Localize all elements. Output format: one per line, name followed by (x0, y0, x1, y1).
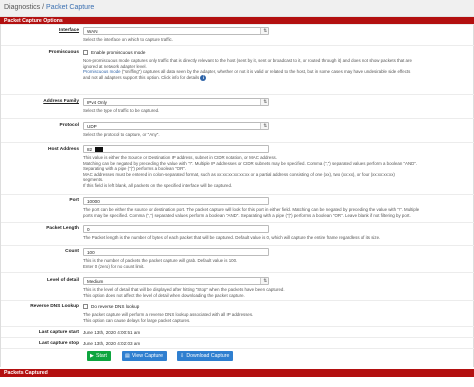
last-capture-start-value: June 13th, 2020 4:00:51 am (83, 330, 141, 335)
last-capture-stop-row: Last capture stop June 13th, 2020 4:02:0… (1, 337, 474, 348)
level-of-detail-help: This is the level of detail that will be… (83, 287, 468, 298)
packet-length-row: Packet Length 0 The Packet length is the… (1, 222, 474, 245)
button-row (1, 348, 474, 367)
level-of-detail-select[interactable]: Medium ⇅ (83, 277, 269, 285)
protocol-select[interactable]: UDP ⇅ (83, 122, 269, 130)
protocol-value: UDP (87, 124, 97, 129)
promiscuous-mode-link[interactable]: Promiscuous mode (83, 69, 121, 74)
info-icon[interactable]: i (200, 74, 207, 81)
address-family-help: Select the type of traffic to be capture… (83, 108, 160, 113)
port-value: 10000 (87, 199, 100, 204)
port-help-line: ports may be specified. Comma (",") sepa… (83, 212, 411, 218)
count-help-line: Enter 0 (zero) for no count limit. (83, 263, 145, 269)
count-row: Count 100 This is the number of packets … (1, 245, 474, 272)
count-input[interactable]: 100 (83, 248, 269, 256)
promiscuous-help-line4: and not all adapters support this option… (83, 74, 468, 81)
file-icon: ▤ (125, 353, 130, 359)
play-icon: ▶ (90, 353, 94, 359)
start-button[interactable]: ▶ Start (87, 351, 111, 361)
interface-help: Select the interface on which to capture… (83, 37, 173, 42)
options-panel: Interface WAN ⇅ Select the interface on … (0, 24, 474, 367)
interface-label: Interface (59, 28, 79, 33)
count-value: 100 (87, 250, 95, 255)
reverse-dns-help-line: This option can cause delays for large p… (83, 317, 191, 323)
download-icon: ⇩ (180, 353, 185, 359)
redaction-mark (95, 147, 104, 152)
host-address-help-line: If this field is left blank, all packets… (83, 182, 233, 188)
port-help: The port can be either the source or des… (83, 207, 468, 218)
breadcrumb-section[interactable]: Diagnostics (4, 4, 40, 11)
last-capture-start-label: Last capture start (38, 330, 79, 335)
level-of-detail-label: Level of detail (47, 278, 79, 283)
packet-length-input[interactable]: 0 (83, 225, 269, 233)
interface-select[interactable]: WAN ⇅ (83, 27, 269, 35)
download-capture-button[interactable]: ⇩ Download Capture (177, 351, 234, 361)
packet-length-help: The Packet length is the number of bytes… (83, 235, 381, 240)
promiscuous-checkbox-label: Enable promiscuous mode (91, 50, 146, 55)
host-address-row: Host Address 82 This value is either the… (1, 142, 474, 194)
host-address-value: 82 (87, 147, 93, 152)
port-help-line: The port can be either the source or des… (83, 207, 420, 212)
reverse-dns-label: Reverse DNS Lookup (30, 304, 79, 309)
host-address-input[interactable]: 82 (83, 145, 269, 153)
breadcrumb-page[interactable]: Packet Capture (46, 4, 94, 11)
level-of-detail-help-line: This option does not affect the level of… (83, 292, 245, 298)
last-capture-start-row: Last capture start June 13th, 2020 4:00:… (1, 326, 474, 337)
host-address-help: This value is either the Source or Desti… (83, 155, 468, 189)
interface-value: WAN (87, 29, 98, 34)
download-capture-button-label: Download Capture (186, 353, 230, 359)
promiscuous-help: Non-promiscuous mode captures only traff… (83, 58, 468, 81)
packet-length-value: 0 (87, 227, 90, 232)
count-label: Count (65, 249, 79, 254)
packet-length-label: Packet Length (46, 226, 79, 231)
chevron-updown-icon: ⇅ (263, 278, 267, 283)
reverse-dns-help: The packet capture will perform a revers… (83, 312, 468, 323)
protocol-row: Protocol UDP ⇅ Select the protocol to ca… (1, 118, 474, 142)
promiscuous-help-line3: Promiscuous mode ("sniffing") captures a… (83, 69, 468, 75)
reverse-dns-row: Reverse DNS Lookup Do reverse DNS lookup… (1, 300, 474, 326)
captured-panel-header: Packets Captured (0, 369, 474, 377)
port-label: Port (69, 198, 79, 203)
last-capture-stop-label: Last capture stop (39, 341, 79, 346)
host-address-label: Host Address (47, 147, 79, 152)
promiscuous-label: Promiscuous (48, 50, 79, 55)
breadcrumb: Diagnostics / Packet Capture (0, 0, 474, 17)
address-family-label: Address Family (43, 99, 79, 104)
protocol-label: Protocol (59, 123, 79, 128)
level-of-detail-value: Medium (87, 279, 104, 284)
chevron-updown-icon: ⇅ (263, 28, 267, 33)
options-panel-header: Packet Capture Options (0, 17, 474, 24)
address-family-row: Address Family IPv4 Only ⇅ Select the ty… (1, 94, 474, 118)
view-capture-button[interactable]: ▤ View Capture (122, 351, 167, 361)
breadcrumb-separator: / (42, 4, 45, 11)
promiscuous-help-text4: and not all adapters support this option… (83, 74, 200, 80)
level-of-detail-row: Level of detail Medium ⇅ This is the lev… (1, 272, 474, 300)
chevron-updown-icon: ⇅ (263, 99, 267, 104)
promiscuous-checkbox[interactable] (83, 50, 88, 55)
protocol-help: Select the protocol to capture, or "Any"… (83, 132, 160, 137)
port-row: Port 10000 The port can be either the so… (1, 194, 474, 222)
view-capture-button-label: View Capture (131, 353, 163, 359)
promiscuous-help-line1: Non-promiscuous mode captures only traff… (83, 58, 412, 63)
chevron-updown-icon: ⇅ (263, 123, 267, 128)
reverse-dns-checkbox[interactable] (83, 304, 88, 309)
reverse-dns-checkbox-label: Do reverse DNS lookup (91, 304, 140, 309)
interface-row: Interface WAN ⇅ Select the interface on … (1, 24, 474, 45)
start-button-label: Start (96, 353, 107, 359)
promiscuous-help-text3: ("sniffing") captures all data seen by t… (120, 69, 411, 75)
last-capture-stop-value: June 13th, 2020 4:02:03 am (83, 341, 141, 346)
port-input[interactable]: 10000 (83, 197, 269, 205)
address-family-value: IPv4 Only (87, 100, 107, 105)
count-help: This is the number of packets the packet… (83, 258, 468, 269)
address-family-select[interactable]: IPv4 Only ⇅ (83, 98, 269, 106)
